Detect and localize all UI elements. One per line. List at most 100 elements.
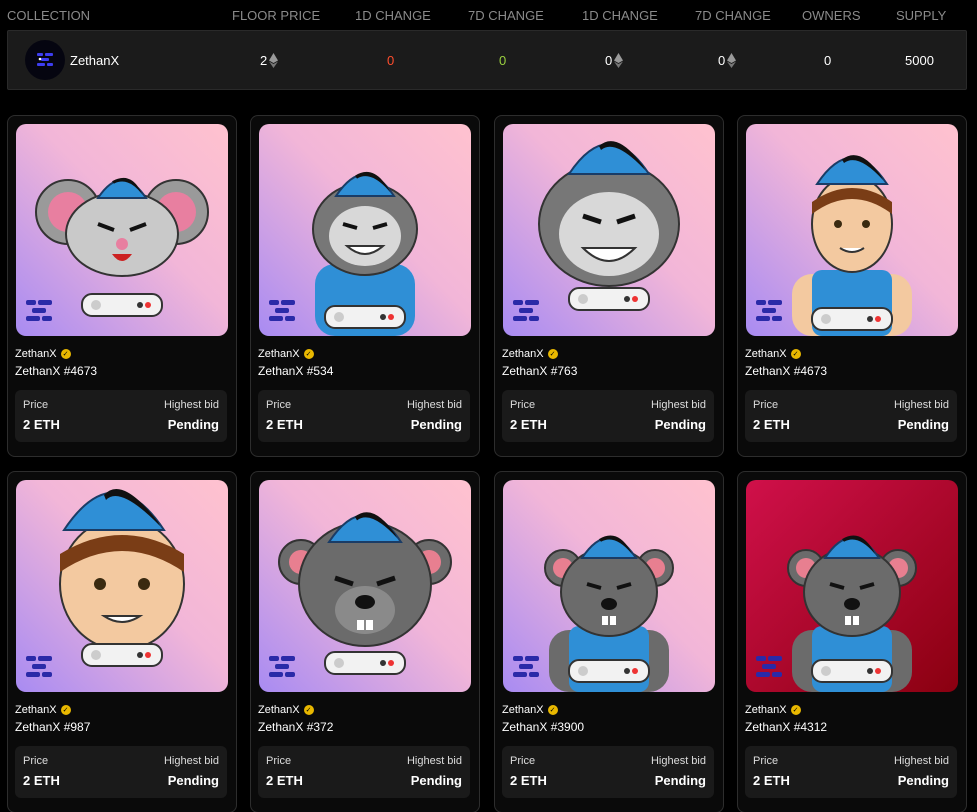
card-item-name[interactable]: ZethanX #534 [258, 364, 333, 378]
highest-bid-value: Pending [410, 773, 462, 788]
collection-logo-icon [25, 40, 65, 80]
verified-badge-icon: ✓ [790, 705, 801, 715]
nft-card[interactable]: ZethanX ✓ ZethanX #3900 Price 2 ETH High… [494, 471, 724, 812]
price-value: 2 ETH [753, 417, 790, 432]
owners-value: 0 [824, 53, 832, 68]
floor-price-value: 2 [260, 53, 279, 68]
nft-card[interactable]: ZethanX ✓ ZethanX #372 Price 2 ETH Highe… [250, 471, 480, 812]
card-item-name[interactable]: ZethanX #4673 [15, 364, 97, 378]
verified-badge-icon: ✓ [60, 349, 71, 359]
change-1d-percent: 0 [387, 53, 395, 68]
gorilla-tank-illustration [259, 124, 471, 336]
price-value: 2 ETH [510, 773, 547, 788]
card-price-box: Price 2 ETH Highest bid Pending [15, 390, 227, 442]
highest-bid-label: Highest bid [406, 755, 462, 767]
verified-badge-icon: ✓ [547, 349, 558, 359]
card-collection[interactable]: ZethanX ✓ [502, 704, 558, 716]
rat-tank-illustration [746, 480, 958, 692]
rat-head-illustration [259, 480, 471, 692]
col-7d-change-eth[interactable]: 7D CHANGE [695, 8, 771, 23]
card-collection[interactable]: ZethanX ✓ [502, 348, 558, 360]
mouse-gray-illustration [16, 124, 228, 336]
price-value: 2 ETH [23, 773, 60, 788]
supply-value: 5000 [905, 53, 934, 68]
collection-stats-row[interactable]: ZethanX 2 0 0 0 0 0 5000 [7, 30, 967, 90]
nft-card[interactable]: ZethanX ✓ ZethanX #4312 Price 2 ETH High… [737, 471, 967, 812]
nft-card[interactable]: ZethanX ✓ ZethanX #4673 Price 2 ETH High… [737, 115, 967, 457]
nft-artwork[interactable] [746, 124, 958, 336]
price-label: Price [510, 399, 536, 411]
card-item-name[interactable]: ZethanX #763 [502, 364, 577, 378]
card-collection[interactable]: ZethanX ✓ [745, 704, 801, 716]
card-collection-name: ZethanX [15, 704, 57, 716]
card-price-box: Price 2 ETH Highest bid Pending [502, 390, 714, 442]
highest-bid-label: Highest bid [650, 399, 706, 411]
price-label: Price [266, 755, 292, 767]
card-collection[interactable]: ZethanX ✓ [745, 348, 801, 360]
nft-artwork[interactable] [259, 480, 471, 692]
verified-badge-icon: ✓ [303, 349, 314, 359]
card-collection-name: ZethanX [15, 348, 57, 360]
highest-bid-value: Pending [897, 773, 949, 788]
card-collection[interactable]: ZethanX ✓ [15, 704, 71, 716]
price-value: 2 ETH [23, 417, 60, 432]
collection-name[interactable]: ZethanX [70, 53, 119, 68]
nft-artwork[interactable] [16, 124, 228, 336]
highest-bid-label: Highest bid [893, 399, 949, 411]
col-floor-price[interactable]: FLOOR PRICE [232, 8, 320, 23]
eth-icon [727, 53, 737, 68]
price-value: 2 ETH [753, 773, 790, 788]
col-1d-change[interactable]: 1D CHANGE [355, 8, 431, 23]
price-label: Price [510, 755, 536, 767]
card-collection[interactable]: ZethanX ✓ [258, 704, 314, 716]
card-item-name[interactable]: ZethanX #372 [258, 720, 333, 734]
nft-card[interactable]: ZethanX ✓ ZethanX #4673 Price 2 ETH High… [7, 115, 237, 457]
eth-icon [269, 53, 279, 68]
card-collection-name: ZethanX [745, 704, 787, 716]
change-7d-percent: 0 [499, 53, 507, 68]
nft-card[interactable]: ZethanX ✓ ZethanX #987 Price 2 ETH Highe… [7, 471, 237, 812]
price-label: Price [753, 399, 779, 411]
card-item-name[interactable]: ZethanX #987 [15, 720, 90, 734]
highest-bid-value: Pending [654, 773, 706, 788]
nft-artwork[interactable] [746, 480, 958, 692]
highest-bid-value: Pending [897, 417, 949, 432]
nft-card[interactable]: ZethanX ✓ ZethanX #763 Price 2 ETH Highe… [494, 115, 724, 457]
highest-bid-value: Pending [654, 417, 706, 432]
highest-bid-label: Highest bid [406, 399, 462, 411]
col-owners[interactable]: OWNERS [802, 8, 861, 23]
card-price-box: Price 2 ETH Highest bid Pending [745, 746, 957, 798]
col-1d-change-eth[interactable]: 1D CHANGE [582, 8, 658, 23]
price-label: Price [266, 399, 292, 411]
col-7d-change[interactable]: 7D CHANGE [468, 8, 544, 23]
highest-bid-value: Pending [167, 773, 219, 788]
nft-artwork[interactable] [259, 124, 471, 336]
nft-artwork[interactable] [16, 480, 228, 692]
nft-card[interactable]: ZethanX ✓ ZethanX #534 Price 2 ETH Highe… [250, 115, 480, 457]
verified-badge-icon: ✓ [547, 705, 558, 715]
card-collection[interactable]: ZethanX ✓ [258, 348, 314, 360]
price-value: 2 ETH [266, 417, 303, 432]
highest-bid-value: Pending [167, 417, 219, 432]
rat-tank-illustration [503, 480, 715, 692]
nft-artwork[interactable] [503, 480, 715, 692]
highest-bid-label: Highest bid [163, 399, 219, 411]
highest-bid-label: Highest bid [163, 755, 219, 767]
highest-bid-value: Pending [410, 417, 462, 432]
card-collection-name: ZethanX [745, 348, 787, 360]
verified-badge-icon: ✓ [60, 705, 71, 715]
card-price-box: Price 2 ETH Highest bid Pending [15, 746, 227, 798]
card-item-name[interactable]: ZethanX #4312 [745, 720, 827, 734]
card-collection-name: ZethanX [258, 704, 300, 716]
collection-stats-header: COLLECTION FLOOR PRICE 1D CHANGE 7D CHAN… [0, 0, 977, 30]
card-collection[interactable]: ZethanX ✓ [15, 348, 71, 360]
card-item-name[interactable]: ZethanX #4673 [745, 364, 827, 378]
card-item-name[interactable]: ZethanX #3900 [502, 720, 584, 734]
nft-artwork[interactable] [503, 124, 715, 336]
col-supply[interactable]: SUPPLY [896, 8, 946, 23]
card-collection-name: ZethanX [502, 704, 544, 716]
card-price-box: Price 2 ETH Highest bid Pending [258, 746, 470, 798]
card-collection-name: ZethanX [502, 348, 544, 360]
card-price-box: Price 2 ETH Highest bid Pending [258, 390, 470, 442]
col-collection[interactable]: COLLECTION [7, 8, 90, 23]
